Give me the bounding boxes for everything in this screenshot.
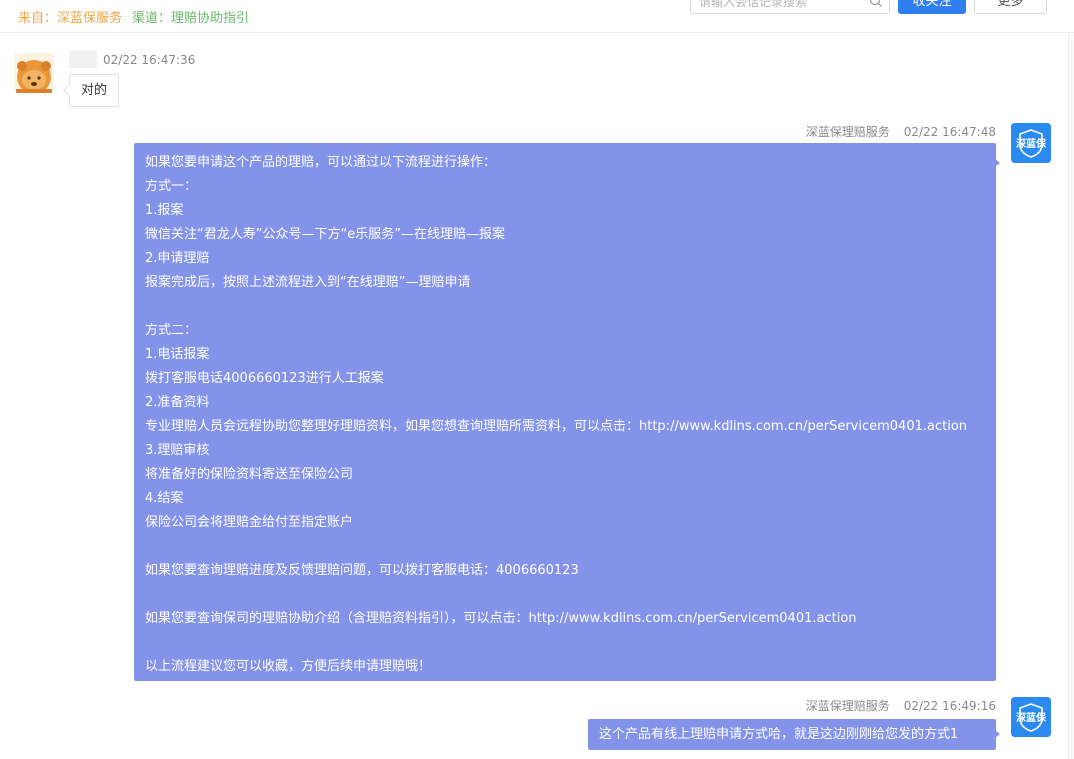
sender-name — [69, 50, 97, 68]
more-button[interactable]: 更多 — [974, 0, 1047, 14]
message-line: 报案完成后，按照上述流程进入到“在线理赔”—理赔申请 — [145, 275, 471, 290]
source-label: 来自： — [18, 11, 58, 26]
follow-button[interactable]: 收关注 — [898, 0, 966, 14]
message-line: 4.结案 — [145, 491, 184, 506]
chat-header: 来自：深蓝保服务渠道：理赔协助指引 收关注 更多 — [0, 0, 1074, 33]
message-time: 02/22 16:49:16 — [903, 699, 996, 713]
message-line: 2.准备资料 — [145, 395, 210, 410]
source-info: 来自：深蓝保服务 渠道：理赔协助指引 — [18, 7, 249, 26]
message-meta: 深蓝保理赔服务 02/22 16:49:16 — [806, 697, 996, 714]
message-line: 以上流程建议您可以收藏，方便后续申请理赔哦！ — [145, 659, 432, 674]
shield-logo-icon[interactable]: 深蓝保 — [1011, 697, 1051, 737]
sender-name: 深蓝保理赔服务 — [805, 125, 890, 139]
message-line: 微信关注“君龙人寿”公众号—下方“e乐服务”—在线理赔—报案 — [145, 227, 505, 242]
message-line: 如果您要查询保司的理赔协助介绍（含理赔资料指引），可以点击：http://www… — [145, 611, 857, 626]
chat-window: 来自：深蓝保服务渠道：理赔协助指引 收关注 更多 02/22 16:47:36 — [0, 0, 1074, 759]
source-value: 深蓝保服务 — [57, 11, 123, 26]
channel-label: 渠道： — [132, 11, 172, 26]
avatar-text: 深蓝保 — [1016, 137, 1047, 150]
message-line: 方式二： — [145, 323, 198, 338]
search-icon[interactable] — [869, 0, 883, 8]
message-line — [145, 583, 985, 607]
message-line: 如果您要查询理赔进度及反馈理赔问题，可以拨打客服电话：4006660123 — [145, 563, 579, 578]
message-line: 1.电话报案 — [145, 347, 210, 362]
message-line — [145, 535, 985, 559]
message-line: 拨打客服电话4006660123进行人工报案 — [145, 371, 384, 386]
message-bubble: 这个产品有线上理赔申请方式哈，就是这边刚刚给您发的方式1 — [588, 719, 1000, 750]
avatar-text: 深蓝保 — [1016, 711, 1047, 724]
message-line: 如果您要申请这个产品的理赔，可以通过以下流程进行操作： — [145, 155, 497, 170]
message-line: 将准备好的保险资料寄送至保险公司 — [145, 467, 354, 482]
search-box — [690, 0, 890, 14]
message-line: 2.申请理赔 — [145, 251, 210, 266]
message-line — [145, 631, 985, 655]
search-input[interactable] — [699, 0, 859, 11]
message-line: 专业理赔人员会远程协助您整理好理赔资料，如果您想查询理赔所需资料，可以点击：ht… — [145, 419, 968, 434]
shield-logo-icon[interactable]: 深蓝保 — [1011, 123, 1051, 163]
scrollbar[interactable] — [1068, 33, 1074, 759]
message-bubble: 对的 — [69, 74, 120, 107]
message-bubble: 如果您要申请这个产品的理赔，可以通过以下流程进行操作： 方式一： 1.报案微信关注“… — [134, 143, 1000, 681]
message-line: 3.理赔审核 — [145, 443, 210, 458]
channel-value: 理赔协助指引 — [171, 11, 250, 26]
message-time: 02/22 16:47:48 — [903, 125, 996, 139]
message-time: 02/22 16:47:36 — [103, 53, 196, 67]
lion-avatar-icon[interactable] — [14, 53, 54, 93]
message-line — [145, 295, 985, 319]
message-meta: 深蓝保理赔服务 02/22 16:47:48 — [806, 123, 996, 140]
message-line: 1.报案 — [145, 203, 184, 218]
message-line: 方式一： — [145, 179, 198, 194]
sender-name: 深蓝保理赔服务 — [805, 699, 890, 713]
message-line: 保险公司会将理赔金给付至指定账户 — [145, 515, 354, 530]
